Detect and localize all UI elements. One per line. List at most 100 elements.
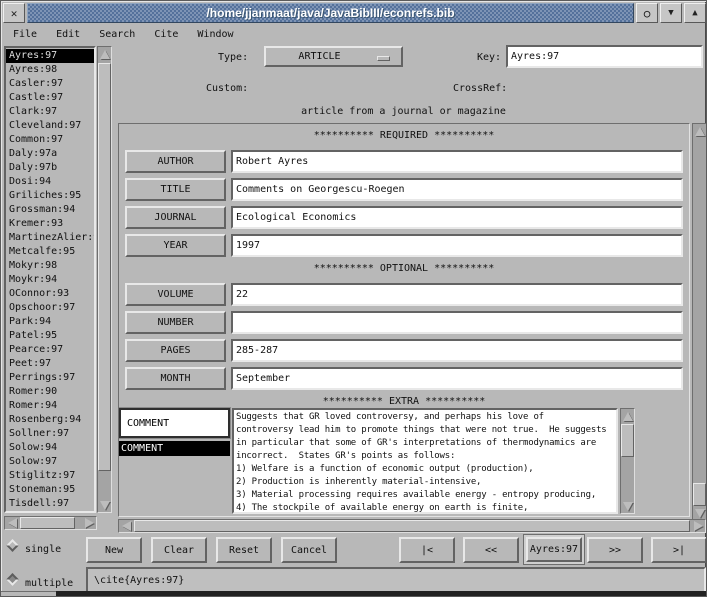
multiple-mode-radio[interactable] bbox=[6, 573, 19, 586]
nav-next-button[interactable]: >> bbox=[587, 537, 643, 563]
reference-list-item[interactable]: Tisdell:97 bbox=[6, 497, 94, 511]
window-resize-corner[interactable] bbox=[1, 591, 56, 596]
reference-list-item[interactable]: Dosi:94 bbox=[6, 175, 94, 189]
reference-list-item[interactable]: Pearce:97 bbox=[6, 343, 94, 357]
scrollbar-thumb[interactable] bbox=[693, 483, 706, 506]
field-label-button[interactable]: NUMBER bbox=[125, 311, 226, 334]
reference-list-item[interactable]: Cleveland:97 bbox=[6, 119, 94, 133]
field-label-button[interactable]: AUTHOR bbox=[125, 150, 226, 173]
clear-button[interactable]: Clear bbox=[151, 537, 207, 563]
reference-list-item[interactable]: OConnor:93 bbox=[6, 287, 94, 301]
reference-list-item[interactable]: Romer:94 bbox=[6, 399, 94, 413]
reference-list-item[interactable]: Casler:97 bbox=[6, 77, 94, 91]
panel-hscrollbar[interactable] bbox=[118, 519, 706, 533]
reference-list-item[interactable]: Ayres:98 bbox=[6, 63, 94, 77]
field-label-button[interactable]: TITLE bbox=[125, 178, 226, 201]
panel-vscrollbar[interactable] bbox=[692, 123, 707, 521]
field-label-button[interactable]: PAGES bbox=[125, 339, 226, 362]
menu-item[interactable]: File bbox=[13, 28, 48, 41]
reference-list-item[interactable]: Stoneman:95 bbox=[6, 483, 94, 497]
reference-list-item[interactable]: Common:97 bbox=[6, 133, 94, 147]
maximize-button[interactable]: ▲ bbox=[684, 3, 706, 23]
reference-list-item[interactable]: Opschoor:97 bbox=[6, 301, 94, 315]
type-option-menu[interactable]: ARTICLE bbox=[264, 46, 403, 67]
extra-field-list-item[interactable]: COMMENT bbox=[119, 441, 230, 456]
reference-list-hscrollbar[interactable] bbox=[4, 516, 97, 530]
cite-string-input[interactable] bbox=[86, 567, 706, 593]
reference-list-item[interactable]: Grossman:94 bbox=[6, 203, 94, 217]
reference-list-item[interactable]: Clark:97 bbox=[6, 105, 94, 119]
reference-list-item[interactable]: Metcalfe:95 bbox=[6, 245, 94, 259]
field-value-input[interactable] bbox=[231, 311, 683, 334]
scroll-down-button[interactable] bbox=[98, 498, 111, 512]
reference-list-item[interactable]: Rosenberg:94 bbox=[6, 413, 94, 427]
reference-list-item[interactable]: Mokyr:98 bbox=[6, 259, 94, 273]
nav-prev-button[interactable]: << bbox=[463, 537, 519, 563]
nav-current-button[interactable]: Ayres:97 bbox=[526, 537, 582, 562]
field-label-button[interactable]: VOLUME bbox=[125, 283, 226, 306]
menu-item[interactable]: Window bbox=[197, 28, 244, 41]
nav-last-button[interactable]: >| bbox=[651, 537, 707, 563]
scroll-up-button[interactable] bbox=[98, 47, 111, 61]
reference-list-vscrollbar[interactable] bbox=[97, 46, 112, 513]
titlebar-title-area[interactable]: /home/jjanmaat/java/JavaBibIII/econrefs.… bbox=[27, 3, 634, 23]
cancel-button[interactable]: Cancel bbox=[281, 537, 337, 563]
close-button[interactable]: ✕ bbox=[3, 3, 25, 23]
menu-item[interactable]: Edit bbox=[56, 28, 91, 41]
scrollbar-thumb[interactable] bbox=[134, 520, 690, 532]
multiple-mode-label[interactable]: multiple bbox=[25, 578, 73, 589]
reference-list-item[interactable]: Daly:97b bbox=[6, 161, 94, 175]
reference-list-item[interactable]: Griliches:95 bbox=[6, 189, 94, 203]
field-value-input[interactable] bbox=[231, 178, 683, 201]
reference-list-item[interactable]: MartinezAlier:97 bbox=[6, 231, 94, 245]
scrollbar-thumb[interactable] bbox=[98, 63, 111, 471]
field-value-input[interactable] bbox=[231, 283, 683, 306]
field-label-button[interactable]: MONTH bbox=[125, 367, 226, 390]
reference-list-item[interactable]: Patel:95 bbox=[6, 329, 94, 343]
scroll-right-button[interactable] bbox=[691, 520, 705, 532]
menu-item[interactable]: Search bbox=[99, 28, 146, 41]
reference-list-item[interactable]: Daly:97a bbox=[6, 147, 94, 161]
field-value-input[interactable] bbox=[231, 234, 683, 257]
single-mode-label[interactable]: single bbox=[25, 544, 61, 555]
nav-first-button[interactable]: |< bbox=[399, 537, 455, 563]
reference-list-item[interactable]: Sollner:97 bbox=[6, 427, 94, 441]
iconify-button[interactable]: ▼ bbox=[660, 3, 682, 23]
extra-field-text-area[interactable] bbox=[232, 408, 618, 514]
scrollbar-thumb[interactable] bbox=[20, 517, 75, 529]
reference-list-item[interactable]: Stiglitz:97 bbox=[6, 469, 94, 483]
reference-list-item[interactable]: Park:94 bbox=[6, 315, 94, 329]
field-value-input[interactable] bbox=[231, 339, 683, 362]
reference-list-item[interactable]: Perrings:97 bbox=[6, 371, 94, 385]
scroll-up-button[interactable] bbox=[693, 124, 706, 138]
single-mode-radio[interactable] bbox=[6, 539, 19, 552]
scroll-left-button[interactable] bbox=[119, 520, 133, 532]
reference-list-item[interactable]: Kremer:93 bbox=[6, 217, 94, 231]
extra-field-name-input[interactable] bbox=[119, 408, 230, 438]
scroll-down-button[interactable] bbox=[621, 499, 634, 513]
menu-item[interactable]: Cite bbox=[154, 28, 189, 41]
restore-button[interactable]: ○ bbox=[636, 3, 658, 23]
reference-list-item[interactable]: Solow:94 bbox=[6, 441, 94, 455]
reference-list-item[interactable]: Ayres:97 bbox=[6, 49, 94, 63]
reference-list-item[interactable]: Solow:97 bbox=[6, 455, 94, 469]
field-value-input[interactable] bbox=[231, 150, 683, 173]
reset-button[interactable]: Reset bbox=[216, 537, 272, 563]
scroll-right-button[interactable] bbox=[82, 517, 96, 529]
field-label-button[interactable]: JOURNAL bbox=[125, 206, 226, 229]
field-label-button[interactable]: YEAR bbox=[125, 234, 226, 257]
scrollbar-thumb[interactable] bbox=[621, 424, 634, 457]
reference-list-item[interactable]: Peet:97 bbox=[6, 357, 94, 371]
reference-list-item[interactable]: Moykr:94 bbox=[6, 273, 94, 287]
field-value-input[interactable] bbox=[231, 206, 683, 229]
scroll-up-button[interactable] bbox=[621, 409, 634, 423]
menubar: File Edit Search Cite Window bbox=[3, 26, 706, 43]
scroll-down-button[interactable] bbox=[693, 506, 706, 520]
key-input[interactable] bbox=[506, 45, 703, 68]
textarea-vscrollbar[interactable] bbox=[620, 408, 635, 514]
scroll-left-button[interactable] bbox=[5, 517, 19, 529]
new-button[interactable]: New bbox=[86, 537, 142, 563]
reference-list-item[interactable]: Castle:97 bbox=[6, 91, 94, 105]
field-value-input[interactable] bbox=[231, 367, 683, 390]
reference-list-item[interactable]: Romer:90 bbox=[6, 385, 94, 399]
